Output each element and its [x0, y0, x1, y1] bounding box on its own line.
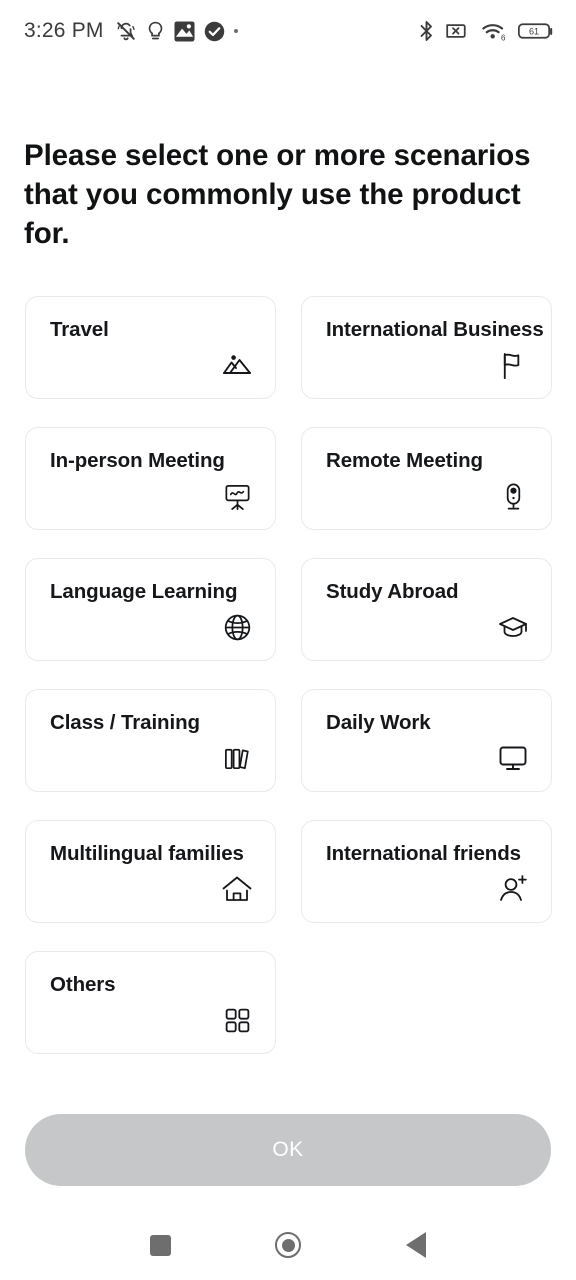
flag-icon — [496, 348, 530, 382]
presentation-board-icon — [220, 479, 254, 513]
circle-icon — [275, 1232, 301, 1258]
more-dot-icon — [233, 29, 238, 33]
globe-icon — [220, 610, 254, 644]
status-bar-right: 6 61 — [418, 20, 554, 42]
scenario-card-international-business[interactable]: International Business — [301, 296, 552, 399]
ok-button[interactable]: OK — [25, 1114, 551, 1186]
status-bar-left: 3:26 PM — [24, 19, 238, 43]
books-icon — [220, 741, 254, 775]
home-button[interactable] — [265, 1222, 311, 1268]
lightbulb-icon — [146, 21, 165, 42]
scenario-card-label: Remote Meeting — [326, 449, 483, 472]
scenario-card-label: Others — [50, 973, 116, 996]
battery-icon: 61 — [517, 21, 554, 41]
triangle-left-icon — [406, 1232, 426, 1258]
wifi-6-icon: 6 — [481, 21, 507, 42]
status-bar: 3:26 PM 6 61 — [0, 0, 576, 62]
scenario-card-class-training[interactable]: Class / Training — [25, 689, 276, 792]
back-button[interactable] — [393, 1222, 439, 1268]
svg-text:6: 6 — [501, 33, 506, 42]
scenario-card-daily-work[interactable]: Daily Work — [301, 689, 552, 792]
bell-muted-icon — [115, 20, 137, 42]
recents-button[interactable] — [137, 1222, 183, 1268]
page-title: Please select one or more scenarios that… — [24, 139, 531, 250]
monitor-icon — [496, 741, 530, 775]
add-person-icon — [496, 872, 530, 906]
photo-icon — [174, 20, 195, 42]
scenario-card-label: International Business — [326, 318, 544, 341]
scenario-card-others[interactable]: Others — [25, 951, 276, 1054]
scenario-card-label: International friends — [326, 842, 521, 865]
scenario-card-language-learning[interactable]: Language Learning — [25, 558, 276, 661]
home-icon — [220, 872, 254, 906]
scenario-card-international-friends[interactable]: International friends — [301, 820, 552, 923]
scenario-card-travel[interactable]: Travel — [25, 296, 276, 399]
no-sim-icon — [446, 21, 470, 41]
scenario-card-grid: Travel International Business In-person … — [25, 296, 576, 1054]
scenario-card-label: Study Abroad — [326, 580, 459, 603]
scenario-card-study-abroad[interactable]: Study Abroad — [301, 558, 552, 661]
square-icon — [149, 1234, 171, 1256]
scenario-card-remote-meeting[interactable]: Remote Meeting — [301, 427, 552, 530]
scenario-card-label: Daily Work — [326, 711, 431, 734]
check-circle-icon — [204, 21, 225, 42]
scenario-card-label: Travel — [50, 318, 109, 341]
scenario-card-label: Class / Training — [50, 711, 200, 734]
status-bar-clock: 3:26 PM — [24, 19, 104, 42]
webcam-icon — [496, 479, 530, 513]
scenario-card-label: In-person Meeting — [50, 449, 225, 472]
scenario-card-label: Multilingual families — [50, 842, 244, 865]
grid-squares-icon — [220, 1003, 254, 1037]
bluetooth-icon — [418, 20, 435, 42]
scenario-card-label: Language Learning — [50, 580, 238, 603]
scenario-card-multilingual-families[interactable]: Multilingual families — [25, 820, 276, 923]
graduation-cap-icon — [496, 610, 530, 644]
scenario-card-in-person-meeting[interactable]: In-person Meeting — [25, 427, 276, 530]
mountains-icon — [220, 348, 254, 382]
battery-level-label: 61 — [529, 27, 539, 37]
android-navigation-bar — [0, 1210, 576, 1280]
